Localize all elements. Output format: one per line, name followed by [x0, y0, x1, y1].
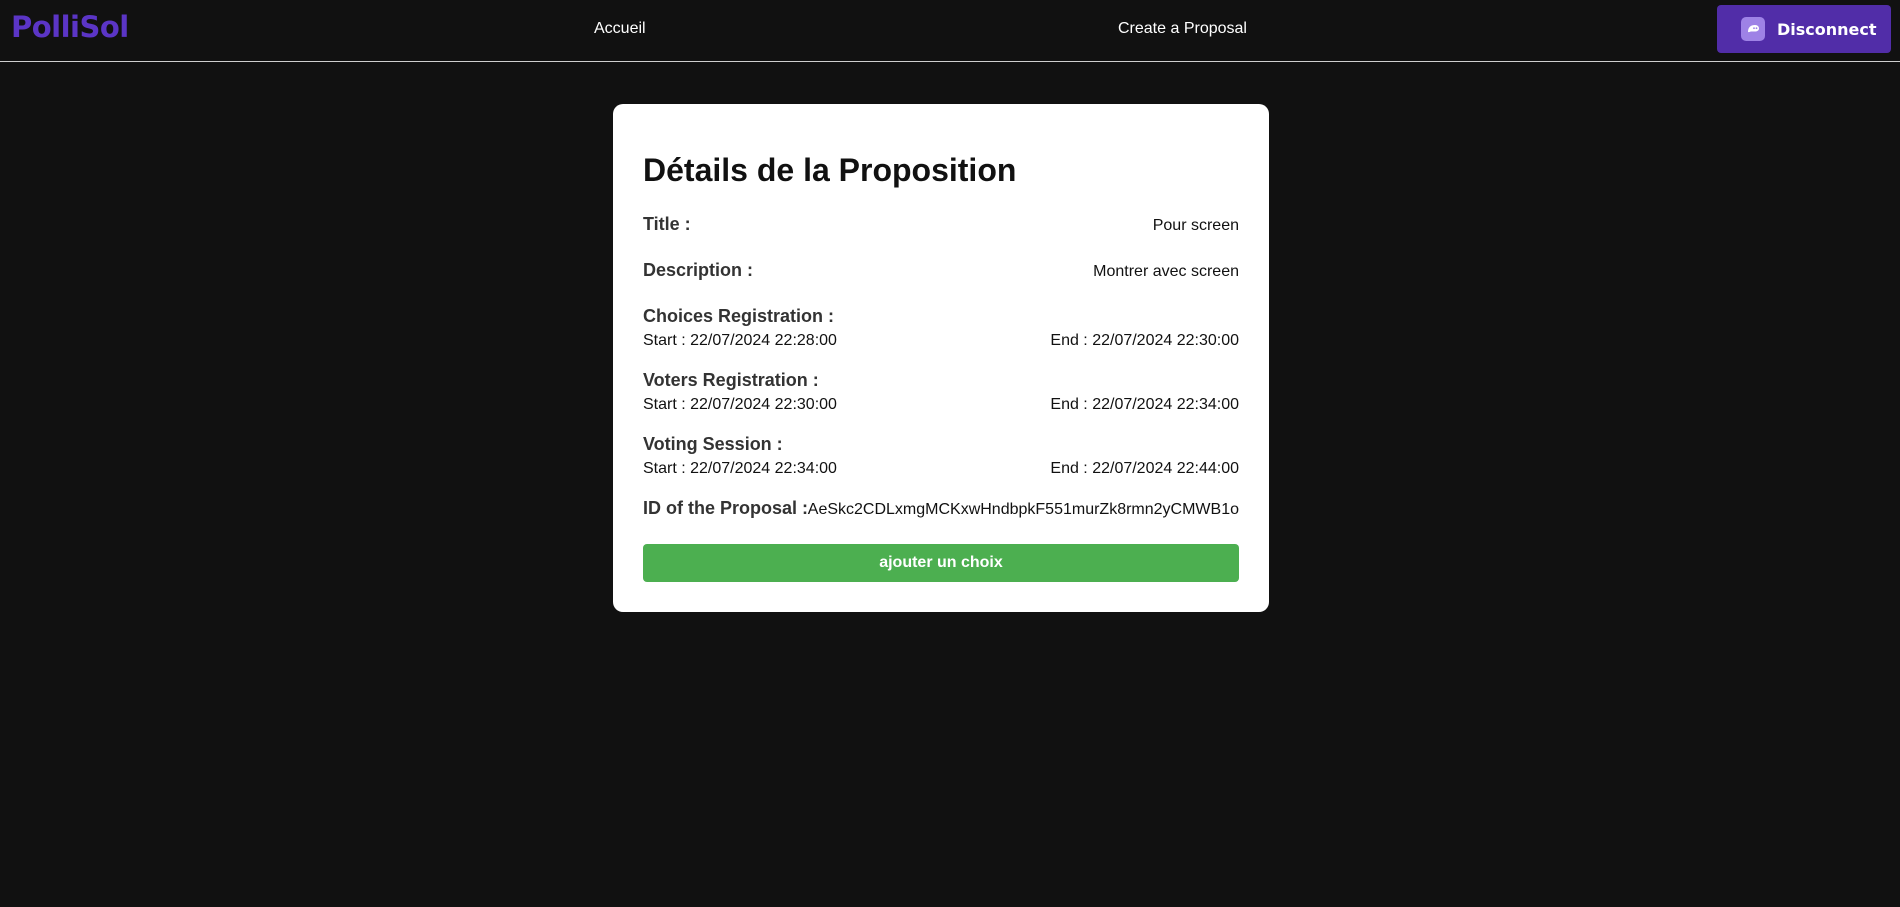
voting-session-label: Voting Session : — [643, 434, 783, 454]
voters-registration-section: Voters Registration : Start : 22/07/2024… — [643, 370, 1239, 413]
choices-registration-label: Choices Registration : — [643, 306, 835, 326]
title-label: Title : — [643, 214, 691, 234]
title-field: Title : Pour screen — [643, 214, 1239, 235]
voters-registration-label: Voters Registration : — [643, 370, 819, 390]
wallet-icon — [1741, 17, 1765, 41]
voting-session-section: Voting Session : Start : 22/07/2024 22:3… — [643, 434, 1239, 477]
disconnect-button[interactable]: Disconnect — [1717, 5, 1891, 53]
brand-logo[interactable]: PolliSol — [11, 10, 129, 44]
description-label: Description : — [643, 260, 754, 280]
voters-registration-end: End : 22/07/2024 22:34:00 — [1050, 396, 1239, 413]
disconnect-button-label: Disconnect — [1777, 19, 1877, 39]
proposal-details-card: Détails de la Proposition Title : Pour s… — [613, 104, 1269, 612]
voters-registration-start: Start : 22/07/2024 22:30:00 — [643, 396, 837, 413]
top-navbar: PolliSol Accueil Create a Proposal Disco… — [0, 0, 1900, 62]
voting-session-start: Start : 22/07/2024 22:34:00 — [643, 460, 837, 477]
choices-registration-start: Start : 22/07/2024 22:28:00 — [643, 332, 837, 349]
nav-link-create-proposal[interactable]: Create a Proposal — [1118, 20, 1247, 38]
description-field: Description : Montrer avec screen — [643, 260, 1239, 281]
proposal-id-value: AeSkc2CDLxmgMCKxwHndbpkF551murZk8rmn2yCM… — [807, 501, 1239, 518]
choices-registration-section: Choices Registration : Start : 22/07/202… — [643, 306, 1239, 349]
proposal-id-label: ID of the Proposal : — [643, 498, 809, 518]
nav-link-accueil[interactable]: Accueil — [594, 20, 646, 38]
add-choice-button[interactable]: ajouter un choix — [643, 544, 1239, 582]
voting-session-end: End : 22/07/2024 22:44:00 — [1050, 460, 1239, 477]
description-value: Montrer avec screen — [1093, 263, 1239, 280]
choices-registration-end: End : 22/07/2024 22:30:00 — [1050, 332, 1239, 349]
page-title: Détails de la Proposition — [643, 152, 1017, 188]
proposal-id-field: ID of the Proposal : AeSkc2CDLxmgMCKxwHn… — [643, 498, 1239, 519]
title-value: Pour screen — [1152, 217, 1239, 234]
